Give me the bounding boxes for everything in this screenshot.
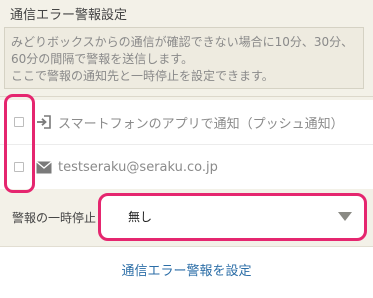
caret-down-icon: [338, 212, 352, 221]
notify-option-email[interactable]: testseraku@seraku.co.jp: [0, 144, 373, 189]
set-error-alert-button[interactable]: 通信エラー警報を設定: [0, 247, 373, 291]
description-box: みどりボックスからの通信が確認できない場合に10分、30分、 60分の間隔で警報…: [4, 27, 364, 89]
notify-option-push[interactable]: スマートフォンのアプリで通知（プッシュ通知）: [0, 100, 373, 144]
pause-select-value: 無し: [128, 210, 153, 224]
description-line-1: みどりボックスからの通信が確認できない場合に10分、30分、: [11, 35, 354, 49]
pause-select[interactable]: 無し: [98, 193, 367, 241]
section-title: 通信エラー警報設定: [10, 8, 128, 23]
sign-in-icon: [36, 114, 52, 130]
pause-label: 警報の一時停止：: [12, 211, 109, 225]
envelope-icon: [36, 159, 52, 175]
description-line-3: ここで警報の通知先と一時停止を設定できます。: [11, 69, 274, 83]
push-checkbox[interactable]: [14, 117, 24, 127]
email-checkbox[interactable]: [14, 162, 24, 172]
divider: [0, 96, 373, 97]
push-label: スマートフォンのアプリで通知（プッシュ通知）: [58, 116, 344, 132]
email-label: testseraku@seraku.co.jp: [58, 159, 218, 175]
bottom-bar: 通信エラー警報を設定: [0, 246, 373, 298]
description-line-2: 60分の間隔で警報を送信します。: [11, 52, 194, 66]
